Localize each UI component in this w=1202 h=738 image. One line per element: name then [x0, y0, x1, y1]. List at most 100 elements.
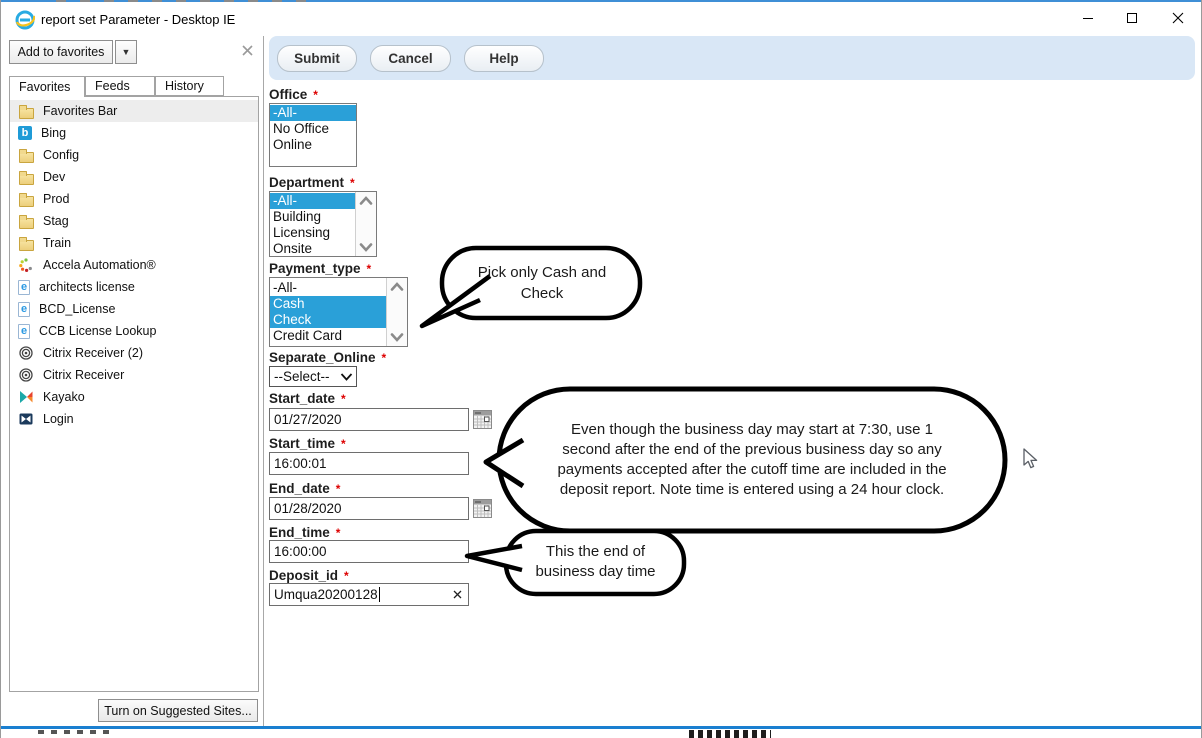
favorites-item-prod[interactable]: Prod — [10, 188, 258, 210]
department-option-licensing[interactable]: Licensing — [270, 225, 355, 241]
department-scrollbar[interactable] — [355, 192, 376, 256]
required-mark: * — [344, 569, 349, 583]
minimize-icon[interactable] — [1066, 2, 1110, 34]
help-button[interactable]: Help — [464, 45, 544, 72]
office-option-online[interactable]: Online — [270, 137, 356, 153]
add-to-favorites-button[interactable]: Add to favorites — [9, 40, 113, 64]
required-mark: * — [313, 88, 318, 102]
start-date-label: Start_date* — [269, 391, 346, 406]
chevron-up-icon[interactable] — [390, 282, 404, 291]
favorites-item-config[interactable]: Config — [10, 144, 258, 166]
callout-payment: Pick only Cash and Check — [408, 244, 648, 336]
favorites-item-citrix-receiver-2[interactable]: Citrix Receiver (2) — [10, 342, 258, 364]
required-mark: * — [341, 392, 346, 406]
folder-icon — [18, 169, 34, 185]
favorites-panel-close-icon[interactable] — [239, 42, 255, 58]
required-mark: * — [350, 176, 355, 190]
end-time-input[interactable] — [269, 540, 469, 563]
chevron-down-icon[interactable] — [359, 243, 373, 252]
add-to-favorites-split-button: Add to favorites ▼ — [9, 40, 137, 64]
turn-on-suggested-sites-button[interactable]: Turn on Suggested Sites... — [98, 699, 258, 722]
window-bottom-accent — [1, 726, 1202, 729]
background-window-fragment — [689, 730, 771, 738]
department-option-onsite[interactable]: Onsite — [270, 241, 355, 257]
titlebar: report set Parameter - Desktop IE — [1, 2, 1202, 36]
start-date-input[interactable] — [269, 408, 469, 431]
folder-icon — [18, 213, 34, 229]
callout-start-time: Even though the business day may start a… — [479, 384, 1011, 538]
start-time-input[interactable] — [269, 452, 469, 475]
payment-option-check[interactable]: Check — [270, 312, 386, 328]
callout-end-time: This the end of business day time — [456, 526, 696, 602]
folder-icon — [18, 191, 34, 207]
favorites-item-citrix-receiver[interactable]: Citrix Receiver — [10, 364, 258, 386]
payment-type-scrollbar[interactable] — [386, 278, 407, 346]
start-time-label: Start_time* — [269, 436, 346, 451]
favorites-item-stag[interactable]: Stag — [10, 210, 258, 232]
required-mark: * — [336, 482, 341, 496]
payment-option-cash[interactable]: Cash — [270, 296, 386, 312]
favorites-item-accela[interactable]: Accela Automation® — [10, 254, 258, 276]
favorites-item-bcd-license[interactable]: BCD_License — [10, 298, 258, 320]
sidebar-divider — [263, 36, 264, 726]
favorites-item-architects-license[interactable]: architects license — [10, 276, 258, 298]
favorites-item-train[interactable]: Train — [10, 232, 258, 254]
accela-icon — [18, 257, 34, 273]
tab-favorites[interactable]: Favorites — [9, 76, 85, 97]
office-option-no-office[interactable]: No Office — [270, 121, 356, 137]
deposit-id-input[interactable]: Umqua20200128 — [269, 583, 469, 606]
cancel-button[interactable]: Cancel — [370, 45, 451, 72]
citrix-icon — [18, 367, 34, 383]
close-icon[interactable] — [1156, 2, 1200, 34]
required-mark: * — [341, 437, 346, 451]
favorites-item-kayako[interactable]: Kayako — [10, 386, 258, 408]
citrix-icon — [18, 345, 34, 361]
callout-end-time-text: This the end of business day time — [518, 537, 673, 587]
folder-icon — [18, 147, 34, 163]
favorites-item-favorites-bar[interactable]: Favorites Bar — [10, 100, 258, 122]
browser-window: report set Parameter - Desktop IE Add to… — [0, 0, 1202, 738]
tab-feeds[interactable]: Feeds — [85, 76, 155, 96]
favorites-item-ccb-license-lookup[interactable]: CCB License Lookup — [10, 320, 258, 342]
required-mark: * — [336, 526, 341, 540]
end-date-label: End_date* — [269, 481, 340, 496]
payment-type-listbox: -All- Cash Check Credit Card — [269, 277, 408, 347]
favorites-item-login[interactable]: Login — [10, 408, 258, 430]
window-title: report set Parameter - Desktop IE — [41, 12, 235, 27]
department-option-building[interactable]: Building — [270, 209, 355, 225]
department-label: Department* — [269, 175, 355, 190]
submit-button[interactable]: Submit — [277, 45, 357, 72]
folder-icon — [18, 235, 34, 251]
ie-page-icon — [18, 324, 30, 339]
maximize-icon[interactable] — [1110, 2, 1154, 34]
chevron-up-icon[interactable] — [359, 196, 373, 205]
favorites-item-dev[interactable]: Dev — [10, 166, 258, 188]
favorites-list: Favorites Bar Bing Config Dev Prod Stag … — [9, 96, 259, 692]
tab-history[interactable]: History — [155, 76, 224, 96]
login-icon — [18, 411, 34, 427]
background-window-fragment — [38, 730, 110, 734]
deposit-id-label: Deposit_id* — [269, 568, 349, 583]
required-mark: * — [382, 351, 387, 365]
chevron-down-icon[interactable]: ▼ — [115, 40, 137, 64]
office-listbox: -All- No Office Online — [269, 103, 357, 167]
end-time-label: End_time* — [269, 525, 340, 540]
ie-page-icon — [18, 302, 30, 317]
end-date-input[interactable] — [269, 497, 469, 520]
office-option-all[interactable]: -All- — [270, 105, 356, 121]
bing-icon — [18, 126, 32, 140]
payment-option-credit-card[interactable]: Credit Card — [270, 328, 386, 344]
chevron-down-icon[interactable] — [390, 333, 404, 342]
callout-start-time-text: Even though the business day may start a… — [545, 406, 959, 514]
folder-icon — [18, 103, 34, 119]
separate-online-select[interactable]: --Select-- — [269, 366, 357, 387]
text-caret — [379, 587, 380, 602]
required-mark: * — [367, 262, 372, 276]
payment-type-label: Payment_type* — [269, 261, 371, 276]
office-label: Office* — [269, 87, 318, 102]
department-listbox: -All- Building Licensing Onsite — [269, 191, 377, 257]
kayako-icon — [18, 389, 34, 405]
favorites-item-bing[interactable]: Bing — [10, 122, 258, 144]
department-option-all[interactable]: -All- — [270, 193, 355, 209]
payment-option-all[interactable]: -All- — [270, 280, 386, 296]
